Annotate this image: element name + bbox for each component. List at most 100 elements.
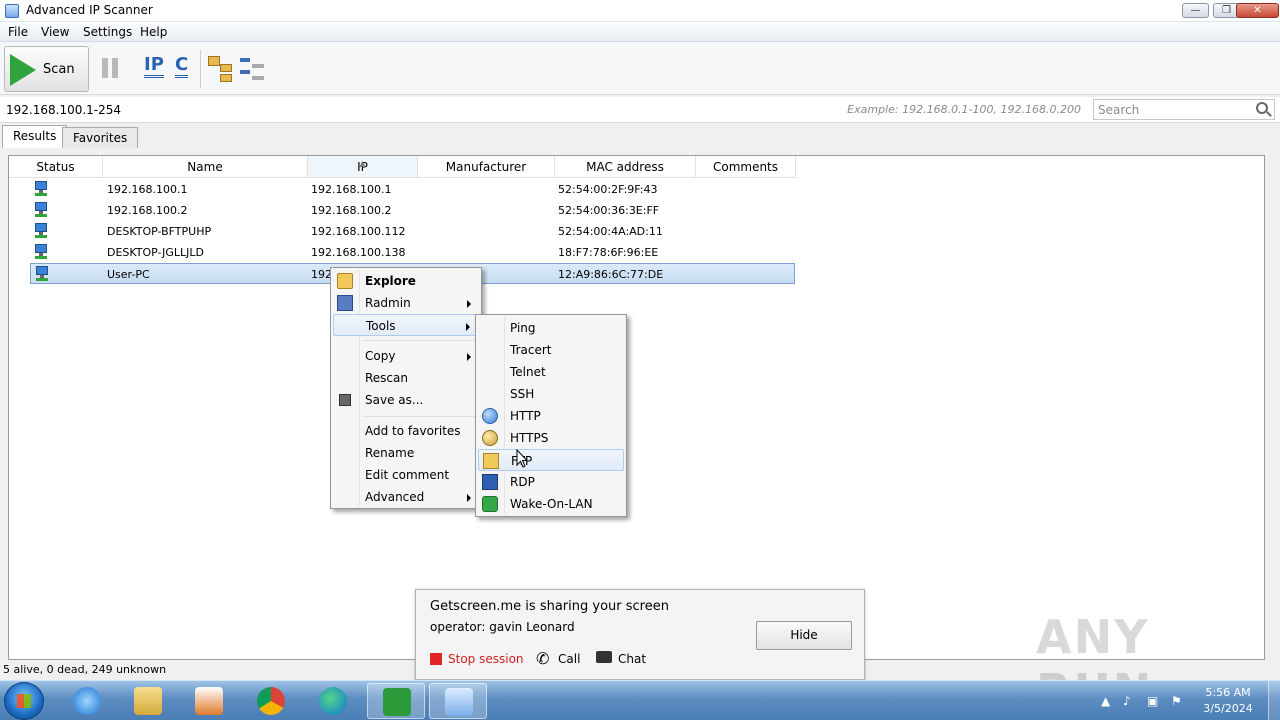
window-title: Advanced IP Scanner [26,3,153,17]
save-icon [339,394,351,406]
menu-explore[interactable]: Explore [333,270,479,292]
column-name[interactable]: Name [103,156,308,178]
menu-copy[interactable]: Copy [333,345,479,367]
play-icon [10,54,36,86]
minimize-button[interactable]: — [1182,3,1209,18]
share-title: Getscreen.me is sharing your screen [430,599,669,614]
taskbar-media-player[interactable] [180,683,238,719]
row-ip: 192.168.100.1 [311,183,392,196]
column-manufacturer[interactable]: Manufacturer [418,156,555,178]
search-input[interactable]: Search [1093,99,1275,120]
c-class-icon-button[interactable]: C [175,55,189,78]
table-row[interactable]: 192.168.100.1 192.168.100.1 52:54:00:2F:… [30,179,795,200]
tool-wake-on-lan[interactable]: Wake-On-LAN [478,493,624,515]
tab-favorites[interactable]: Favorites [62,127,139,148]
scan-button[interactable]: Scan [4,46,89,92]
address-row: 192.168.100.1-254 Example: 192.168.0.1-1… [0,97,1280,123]
submenu-arrow-icon [467,494,471,502]
menu-rescan[interactable]: Rescan [333,367,479,389]
tool-ping[interactable]: Ping [478,317,624,339]
network-icon[interactable]: ▣ [1147,694,1158,708]
internet-explorer-icon [73,687,101,715]
list-view-icon[interactable] [240,56,266,82]
menu-add-to-favorites[interactable]: Add to favorites [333,420,479,442]
column-mac[interactable]: MAC address [555,156,696,178]
results-table: Status Name ▲ IP Manufacturer MAC addres… [8,155,1265,660]
table-row[interactable]: 192.168.100.2 192.168.100.2 52:54:00:36:… [30,200,795,221]
tool-ssh[interactable]: SSH [478,383,624,405]
tab-results[interactable]: Results [2,125,68,148]
menu-view[interactable]: View [41,25,69,39]
power-icon [482,496,498,512]
column-comments[interactable]: Comments [696,156,796,178]
ftp-folder-icon [483,453,499,469]
table-row[interactable]: DESKTOP-BFTPUHP 192.168.100.112 52:54:00… [30,221,795,242]
computer-icon [34,181,48,197]
toolbar-separator [200,50,201,88]
phone-icon[interactable]: ✆ [536,649,549,668]
tool-rdp[interactable]: RDP [478,471,624,493]
hide-button[interactable]: Hide [756,621,852,650]
menu-settings[interactable]: Settings [83,25,132,39]
pause-button[interactable] [98,56,122,82]
column-status[interactable]: Status [9,156,103,178]
volume-icon[interactable]: ♪ [1123,694,1131,708]
taskbar-chrome[interactable] [242,683,300,719]
start-button[interactable] [4,682,44,720]
stop-icon[interactable] [430,653,442,665]
tool-http[interactable]: HTTP [478,405,624,427]
chat-button[interactable]: Chat [618,652,646,666]
show-desktop-button[interactable] [1268,681,1280,720]
taskbar-advanced-ip-scanner[interactable] [429,683,487,719]
computer-icon [35,266,49,282]
status-text: 5 alive, 0 dead, 249 unknown [3,663,167,676]
chat-icon[interactable] [596,651,612,663]
ip-range-input[interactable]: 192.168.100.1-254 [6,103,121,117]
menu-edit-comment[interactable]: Edit comment [333,464,479,486]
menu-file[interactable]: File [8,25,28,39]
share-operator: operator: gavin Leonard [430,620,575,634]
computer-icon [34,223,48,239]
taskbar-edge[interactable] [304,683,362,719]
menu-rename[interactable]: Rename [333,442,479,464]
tray-expand-icon[interactable]: ▲ [1101,694,1110,708]
tools-submenu: Ping Tracert Telnet SSH HTTP HTTPS FTP R… [475,314,627,517]
radmin-icon [337,295,353,311]
tool-telnet[interactable]: Telnet [478,361,624,383]
taskbar-explorer[interactable] [119,683,177,719]
folder-icon [134,687,162,715]
menu-help[interactable]: Help [140,25,167,39]
ip-icon-button[interactable]: IP [144,55,164,78]
menu-save-as[interactable]: Save as... [333,389,479,411]
scan-label: Scan [43,62,75,77]
stop-session-button[interactable]: Stop session [448,652,524,666]
getscreen-icon [383,688,411,716]
submenu-arrow-icon [467,353,471,361]
menu-tools[interactable]: Tools [333,314,479,336]
clock-date: 3/5/2024 [1203,702,1253,715]
mouse-cursor-icon [516,449,529,468]
tool-ftp[interactable]: FTP [478,449,624,471]
row-mac: 52:54:00:4A:AD:11 [558,225,663,238]
clock[interactable]: 5:56 AM 3/5/2024 [1196,685,1260,717]
app-icon [5,4,19,18]
tool-tracert[interactable]: Tracert [478,339,624,361]
tree-view-icon[interactable] [208,56,234,82]
flag-icon[interactable]: ⚑ [1171,694,1182,708]
close-button[interactable]: ✕ [1236,3,1279,18]
folder-icon [337,273,353,289]
tool-https[interactable]: HTTPS [478,427,624,449]
row-name: 192.168.100.1 [107,183,188,196]
menu-radmin[interactable]: Radmin [333,292,479,314]
submenu-arrow-icon [466,323,470,331]
taskbar-internet-explorer[interactable] [58,683,116,719]
table-row[interactable]: DESKTOP-JGLLJLD 192.168.100.138 18:F7:78… [30,242,795,263]
menu-advanced[interactable]: Advanced [333,486,479,508]
taskbar-getscreen[interactable] [367,683,425,719]
search-icon[interactable] [1256,102,1268,114]
column-ip[interactable]: ▲ IP [308,156,418,178]
rdp-icon [482,474,498,490]
row-name: User-PC [107,268,150,281]
submenu-arrow-icon [467,300,471,308]
call-button[interactable]: Call [558,652,580,666]
